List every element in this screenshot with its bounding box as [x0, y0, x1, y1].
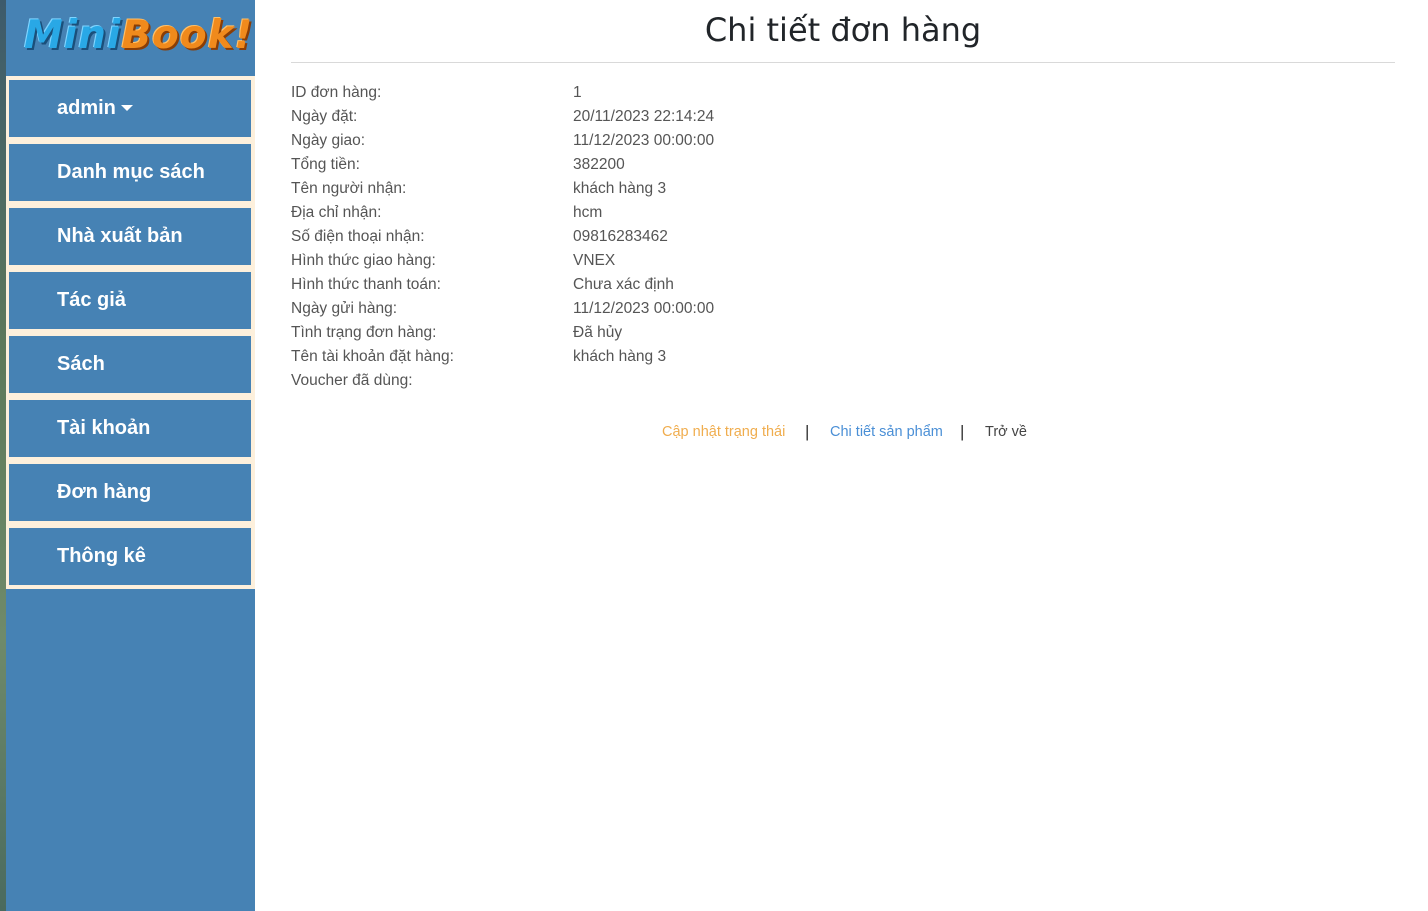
sidebar-item-label: Thông kê	[57, 545, 146, 567]
order-actions: Cập nhật trạng thái | Chi tiết sản phẩm …	[291, 420, 1395, 444]
sidebar-item-statistics[interactable]: Thông kê	[9, 528, 251, 585]
detail-value: Chưa xác định	[573, 276, 674, 293]
page-title: Chi tiết đơn hàng	[704, 11, 982, 49]
sidebar-item-orders[interactable]: Đơn hàng	[9, 464, 251, 521]
detail-row-order-date: Ngày đặt: 20/11/2023 22:14:24	[291, 105, 1395, 129]
detail-row-phone: Số điện thoại nhận: 09816283462	[291, 225, 1395, 249]
detail-label: Hình thức thanh toán:	[291, 276, 441, 293]
sidebar-item-publishers[interactable]: Nhà xuất bản	[9, 208, 251, 265]
product-details-link[interactable]: Chi tiết sản phẩm	[830, 420, 943, 444]
detail-value: 09816283462	[573, 228, 668, 245]
logo-mini: Mini	[24, 13, 122, 58]
detail-value: khách hàng 3	[573, 348, 667, 365]
action-separator: |	[960, 422, 965, 441]
detail-label: Tổng tiền:	[291, 156, 360, 173]
detail-label: Ngày gửi hàng:	[291, 300, 398, 317]
detail-row-ship-date: Ngày gửi hàng: 11/12/2023 00:00:00	[291, 297, 1395, 321]
detail-value: VNEX	[573, 252, 616, 269]
detail-row-recipient-name: Tên người nhận: khách hàng 3	[291, 177, 1395, 201]
main-content: Chi tiết đơn hàng ID đơn hàng: 1 Ngày đặ…	[291, 0, 1395, 441]
detail-label: Ngày giao:	[291, 132, 366, 149]
sidebar-item-label: Tài khoản	[57, 417, 151, 439]
detail-label: ID đơn hàng:	[291, 84, 382, 101]
detail-row-payment-method: Hình thức thanh toán: Chưa xác định	[291, 273, 1395, 297]
detail-row-total: Tổng tiền: 382200	[291, 153, 1395, 177]
sidebar-item-accounts[interactable]: Tài khoản	[9, 400, 251, 457]
detail-row-account-name: Tên tài khoản đặt hàng: khách hàng 3	[291, 345, 1395, 369]
sidebar-menu: admin Danh mục sách Nhà xuất bản Tác giả…	[6, 76, 255, 589]
sidebar-item-books[interactable]: Sách	[9, 336, 251, 393]
sidebar-item-label: Sách	[57, 353, 105, 375]
caret-down-icon	[120, 105, 133, 111]
detail-label: Số điện thoại nhận:	[291, 228, 425, 245]
action-separator: |	[805, 422, 810, 441]
detail-row-voucher: Voucher đã dùng:	[291, 369, 1395, 393]
detail-label: Hình thức giao hàng:	[291, 252, 436, 269]
detail-value: 382200	[573, 156, 625, 173]
update-status-link[interactable]: Cập nhật trạng thái	[662, 420, 785, 444]
detail-row-order-id: ID đơn hàng: 1	[291, 81, 1395, 105]
detail-label: Tình trạng đơn hàng:	[291, 324, 437, 341]
detail-value: 1	[573, 84, 582, 101]
detail-value: Đã hủy	[573, 324, 623, 341]
logo-book: Book!	[121, 13, 254, 58]
sidebar-item-label: Tác giả	[57, 289, 126, 311]
logo[interactable]: MiniBook!	[24, 8, 259, 64]
sidebar-item-authors[interactable]: Tác giả	[9, 272, 251, 329]
order-details: ID đơn hàng: 1 Ngày đặt: 20/11/2023 22:1…	[291, 81, 1395, 393]
sidebar-item-label: Đơn hàng	[57, 481, 152, 503]
detail-row-status: Tình trạng đơn hàng: Đã hủy	[291, 321, 1395, 345]
detail-row-delivery-date: Ngày giao: 11/12/2023 00:00:00	[291, 129, 1395, 153]
detail-value: 11/12/2023 00:00:00	[573, 300, 715, 317]
sidebar-item-categories[interactable]: Danh mục sách	[9, 144, 251, 201]
sidebar-item-admin[interactable]: admin	[9, 80, 251, 137]
title-divider	[291, 62, 1395, 63]
detail-row-address: Địa chỉ nhận: hcm	[291, 201, 1395, 225]
detail-label: Tên tài khoản đặt hàng:	[291, 348, 454, 365]
back-link[interactable]: Trở về	[985, 420, 1027, 444]
sidebar-item-label: Nhà xuất bản	[57, 225, 183, 247]
detail-value: khách hàng 3	[573, 180, 667, 197]
detail-row-shipping-method: Hình thức giao hàng: VNEX	[291, 249, 1395, 273]
detail-value: 20/11/2023 22:14:24	[573, 108, 715, 125]
sidebar-item-label: Danh mục sách	[57, 161, 205, 183]
detail-label: Ngày đặt:	[291, 108, 358, 125]
detail-value: 11/12/2023 00:00:00	[573, 132, 715, 149]
detail-label: Voucher đã dùng:	[291, 372, 413, 389]
page: MiniBook! admin Danh mục sách Nhà xuất b…	[0, 0, 1428, 911]
sidebar: MiniBook! admin Danh mục sách Nhà xuất b…	[6, 0, 255, 911]
detail-value: hcm	[573, 204, 603, 221]
sidebar-item-label: admin	[57, 97, 116, 119]
detail-label: Tên người nhận:	[291, 180, 407, 197]
detail-label: Địa chỉ nhận:	[291, 204, 382, 221]
